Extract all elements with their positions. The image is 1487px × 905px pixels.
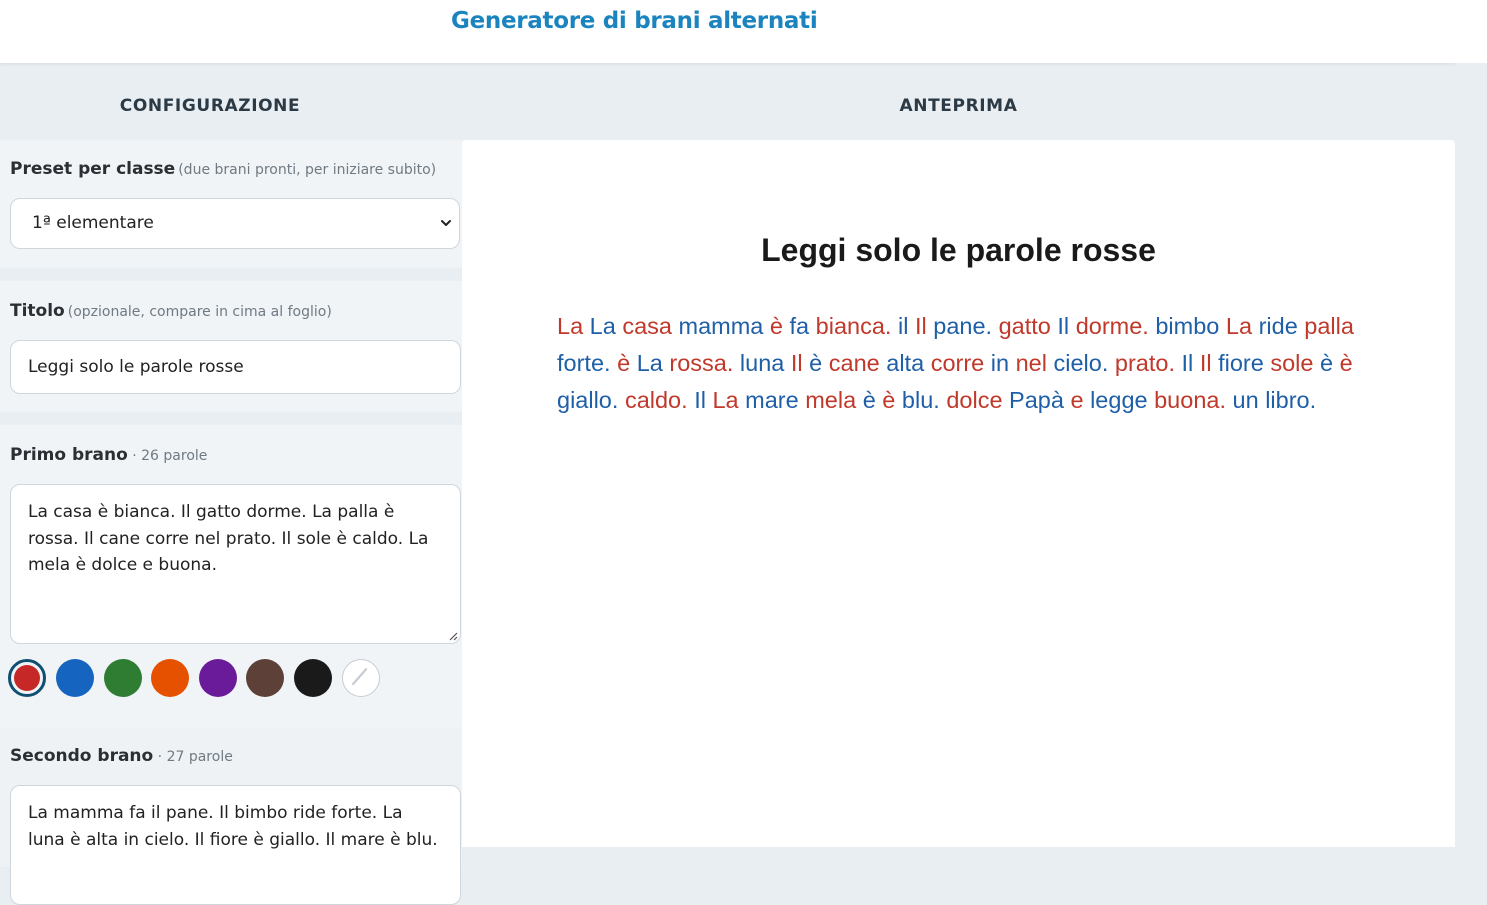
title-label-text: Titolo <box>10 301 65 321</box>
second-text-word-count: · 27 parole <box>153 749 233 765</box>
preview-word: dolce <box>946 387 1003 413</box>
preview-word: forte. <box>557 350 611 376</box>
preview-title: Leggi solo le parole rosse <box>761 232 1156 268</box>
swatch-none[interactable] <box>342 659 380 697</box>
title-input[interactable]: Leggi solo le parole rosse <box>10 340 461 394</box>
color-swatches <box>8 659 468 699</box>
swatch-brown[interactable] <box>246 659 284 697</box>
preview-word: La <box>589 313 616 339</box>
preview-word: prato. <box>1114 350 1175 376</box>
preview-word: Il <box>1181 350 1194 376</box>
preview-word: è <box>882 387 896 413</box>
preview-word: fiore <box>1218 350 1264 376</box>
preset-label-text: Preset per classe <box>10 159 176 179</box>
preview-word: è <box>862 387 876 413</box>
second-text-card: Secondo brano · 27 parole La mamma fa il… <box>0 727 462 905</box>
preview-word: un <box>1232 387 1259 413</box>
preview-word: La <box>557 313 584 339</box>
preview-word: palla <box>1304 313 1354 339</box>
preview-word: cielo. <box>1053 350 1109 376</box>
preview-word: libro. <box>1265 387 1317 413</box>
preview-word: gatto <box>998 313 1051 339</box>
preview-word: mela <box>805 387 857 413</box>
preview-word: luna <box>739 350 785 376</box>
no-color-icon <box>351 668 368 686</box>
preset-selected-value: 1ª elementare <box>32 213 154 233</box>
preview-word: ride <box>1258 313 1298 339</box>
preview-word: è <box>1339 350 1353 376</box>
preview-word: e <box>1070 387 1084 413</box>
title-input-value: Leggi solo le parole rosse <box>28 357 244 377</box>
preview-word: blu. <box>901 387 940 413</box>
preset-select[interactable]: 1ª elementare <box>10 198 460 249</box>
first-text-label-text: Primo brano <box>10 445 128 465</box>
preview-word: nel <box>1015 350 1047 376</box>
swatch-black[interactable] <box>294 659 332 697</box>
config-column-heading: CONFIGURAZIONE <box>119 96 301 116</box>
preview-word: alta <box>886 350 925 376</box>
preview-word: Il <box>914 313 927 339</box>
second-text-textarea[interactable]: La mamma fa il pane. Il bimbo ride forte… <box>10 785 461 905</box>
first-text-value: La casa è bianca. Il gatto dorme. La pal… <box>28 502 429 575</box>
preview-word: in <box>990 350 1010 376</box>
preview-column-heading: ANTEPRIMA <box>899 96 1018 116</box>
first-text-textarea[interactable]: La casa è bianca. Il gatto dorme. La pal… <box>10 484 461 644</box>
preview-word: Papà <box>1009 387 1064 413</box>
preview-word: giallo. <box>557 387 619 413</box>
title-hint: (opzionale, compare in cima al foglio) <box>67 304 332 320</box>
preview-word: è <box>809 350 823 376</box>
preview-word: sole <box>1270 350 1314 376</box>
preview-word: fa <box>789 313 810 339</box>
swatch-red-fill <box>14 665 40 691</box>
preview-word: casa <box>622 313 672 339</box>
preview-word: è <box>617 350 631 376</box>
preview-word: bianca. <box>815 313 892 339</box>
preview-word: buona. <box>1154 387 1226 413</box>
swatch-purple[interactable] <box>199 659 237 697</box>
preview-word: cane <box>828 350 880 376</box>
preview-sheet: Leggi solo le parole rosse La La casa ma… <box>462 140 1455 847</box>
preview-word: è <box>769 313 783 339</box>
preview-word: La <box>712 387 739 413</box>
swatch-blue[interactable] <box>56 659 94 697</box>
preview-word: Il <box>790 350 803 376</box>
title-card: Titolo (opzionale, compare in cima al fog… <box>0 281 462 412</box>
second-text-label: Secondo brano · 27 parole <box>10 746 233 766</box>
second-text-label-text: Secondo brano <box>10 746 154 766</box>
preview-word: pane. <box>933 313 993 339</box>
chevron-down-icon <box>441 220 451 226</box>
preview-word: è <box>1320 350 1334 376</box>
preview-word: mamma <box>678 313 764 339</box>
swatch-orange[interactable] <box>151 659 189 697</box>
first-text-word-count: · 26 parole <box>127 448 208 464</box>
right-background-strip <box>1455 63 1487 847</box>
top-bar: Generatore di brani alternati <box>0 0 1487 64</box>
preview-word: il <box>897 313 909 339</box>
preview-word: corre <box>930 350 985 376</box>
preview-word: legge <box>1090 387 1148 413</box>
preset-hint: (due brani pronti, per iniziare subito) <box>178 162 437 178</box>
preview-word: La <box>636 350 663 376</box>
preview-word: Il <box>694 387 706 413</box>
swatch-red[interactable] <box>8 659 46 697</box>
preview-text: La La casa mamma è fa bianca. il Il pane… <box>557 308 1377 419</box>
preview-word: dorme. <box>1075 313 1149 339</box>
preview-word: Il <box>1199 350 1212 376</box>
preset-card: Preset per classe (due brani pronti, per … <box>0 140 462 268</box>
preview-word: Il <box>1057 313 1070 339</box>
preview-word: La <box>1225 313 1253 339</box>
title-label: Titolo (opzionale, compare in cima al fog… <box>10 301 332 321</box>
preview-word: mare <box>745 387 799 413</box>
preview-word: rossa. <box>669 350 734 376</box>
first-text-label: Primo brano · 26 parole <box>10 445 207 465</box>
preset-label: Preset per classe (due brani pronti, per … <box>10 159 436 179</box>
app-title: Generatore di brani alternati <box>451 8 818 34</box>
second-text-value: La mamma fa il pane. Il bimbo ride forte… <box>28 803 438 850</box>
resize-handle-icon[interactable] <box>448 631 458 641</box>
swatch-green[interactable] <box>104 659 142 697</box>
preview-word: caldo. <box>624 387 688 413</box>
preview-word: bimbo <box>1155 313 1220 339</box>
